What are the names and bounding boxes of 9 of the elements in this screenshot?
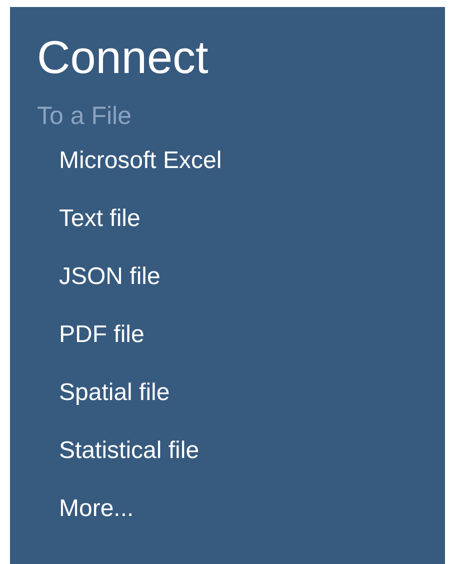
section-heading: To a File	[37, 101, 132, 131]
connector-link[interactable]: Text file	[59, 203, 140, 235]
connector-link[interactable]: PDF file	[59, 319, 144, 351]
panel-title: Connect	[37, 30, 208, 85]
connector-link[interactable]: JSON file	[59, 261, 160, 293]
connector-link[interactable]: Microsoft Excel	[59, 145, 222, 177]
connector-link[interactable]: Spatial file	[59, 377, 170, 409]
connector-link[interactable]: More...	[59, 493, 134, 525]
connector-link[interactable]: Statistical file	[59, 435, 200, 467]
